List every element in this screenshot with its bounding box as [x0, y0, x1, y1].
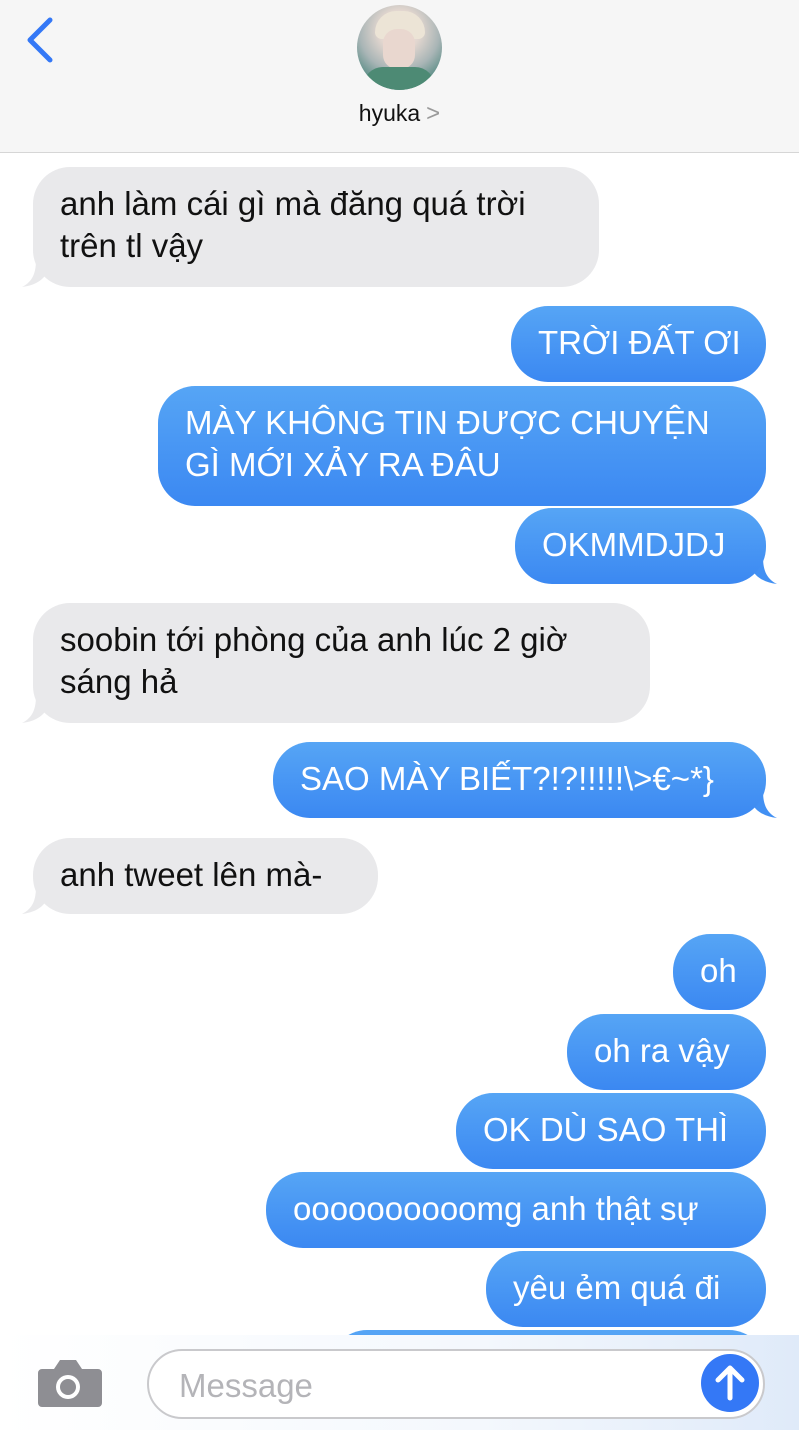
conversation-header: hyuka > — [0, 0, 799, 153]
message-text: GÌ MỚI XẢY RA ĐÂU — [185, 446, 501, 483]
message-text: anh tweet lên mà- — [60, 856, 323, 893]
message-input-placeholder: Message — [179, 1367, 313, 1404]
sent-message-bubble[interactable]: OKMMDJDJ — [515, 508, 766, 584]
received-message-bubble[interactable]: anh tweet lên mà- — [33, 838, 378, 914]
message-text: oooooooooomg anh thật sự — [293, 1190, 699, 1227]
message-text: trên tl vậy — [60, 227, 204, 264]
message-text: soobin tới phòng của anh lúc 2 giờ — [60, 621, 568, 658]
message-text: oh ra vậy — [594, 1032, 730, 1069]
sent-message-bubble[interactable]: SAO MÀY BIẾT?!?!!!!!\>€~*} — [273, 742, 766, 818]
contact-name: hyuka — [358, 100, 421, 126]
message-text: yêu ẻm quá đi — [513, 1269, 721, 1306]
sent-message-bubble[interactable]: oooooooooomg anh thật sự — [266, 1172, 766, 1248]
contact-avatar[interactable] — [357, 5, 442, 90]
chevron-right-icon: > — [426, 100, 441, 127]
message-input[interactable]: Message — [147, 1349, 765, 1419]
message-text: OK DÙ SAO THÌ — [483, 1111, 729, 1148]
message-text: anh làm cái gì mà đăng quá trời — [60, 185, 526, 222]
message-text: TRỜI ĐẤT ƠI — [538, 324, 741, 361]
avatar-face — [383, 29, 415, 69]
received-message-bubble[interactable]: anh làm cái gì mà đăng quá trời trên tl … — [33, 167, 599, 287]
sent-message-bubble[interactable]: yêu ẻm quá đi — [486, 1251, 766, 1327]
send-button[interactable] — [701, 1354, 759, 1412]
message-text: MÀY KHÔNG TIN ĐƯỢC CHUYỆN — [185, 404, 710, 441]
sent-message-bubble[interactable]: MÀY KHÔNG TIN ĐƯỢC CHUYỆN GÌ MỚI XẢY RA … — [158, 386, 766, 506]
contact-name-button[interactable]: hyuka > — [0, 100, 799, 128]
arrow-up-icon — [715, 1365, 745, 1401]
received-message-bubble[interactable]: soobin tới phòng của anh lúc 2 giờ sáng … — [33, 603, 650, 723]
avatar-shirt — [363, 67, 435, 90]
camera-icon — [38, 1360, 102, 1407]
back-button[interactable] — [22, 14, 62, 66]
sent-message-bubble[interactable]: oh ra vậy — [567, 1014, 766, 1090]
chevron-left-icon — [27, 17, 53, 63]
message-text: sáng hả — [60, 663, 178, 700]
message-text: oh — [700, 952, 737, 989]
sent-message-bubble[interactable]: oh — [673, 934, 766, 1010]
message-thread[interactable]: anh làm cái gì mà đăng quá trời trên tl … — [0, 152, 799, 1335]
compose-bar: Message — [0, 1335, 799, 1430]
message-text: SAO MÀY BIẾT?!?!!!!!\>€~*} — [300, 760, 714, 797]
sent-message-bubble[interactable]: OK DÙ SAO THÌ — [456, 1093, 766, 1169]
sent-message-bubble[interactable]: TRỜI ĐẤT ƠI — [511, 306, 766, 382]
camera-button[interactable] — [34, 1357, 102, 1409]
message-text: OKMMDJDJ — [542, 526, 726, 563]
